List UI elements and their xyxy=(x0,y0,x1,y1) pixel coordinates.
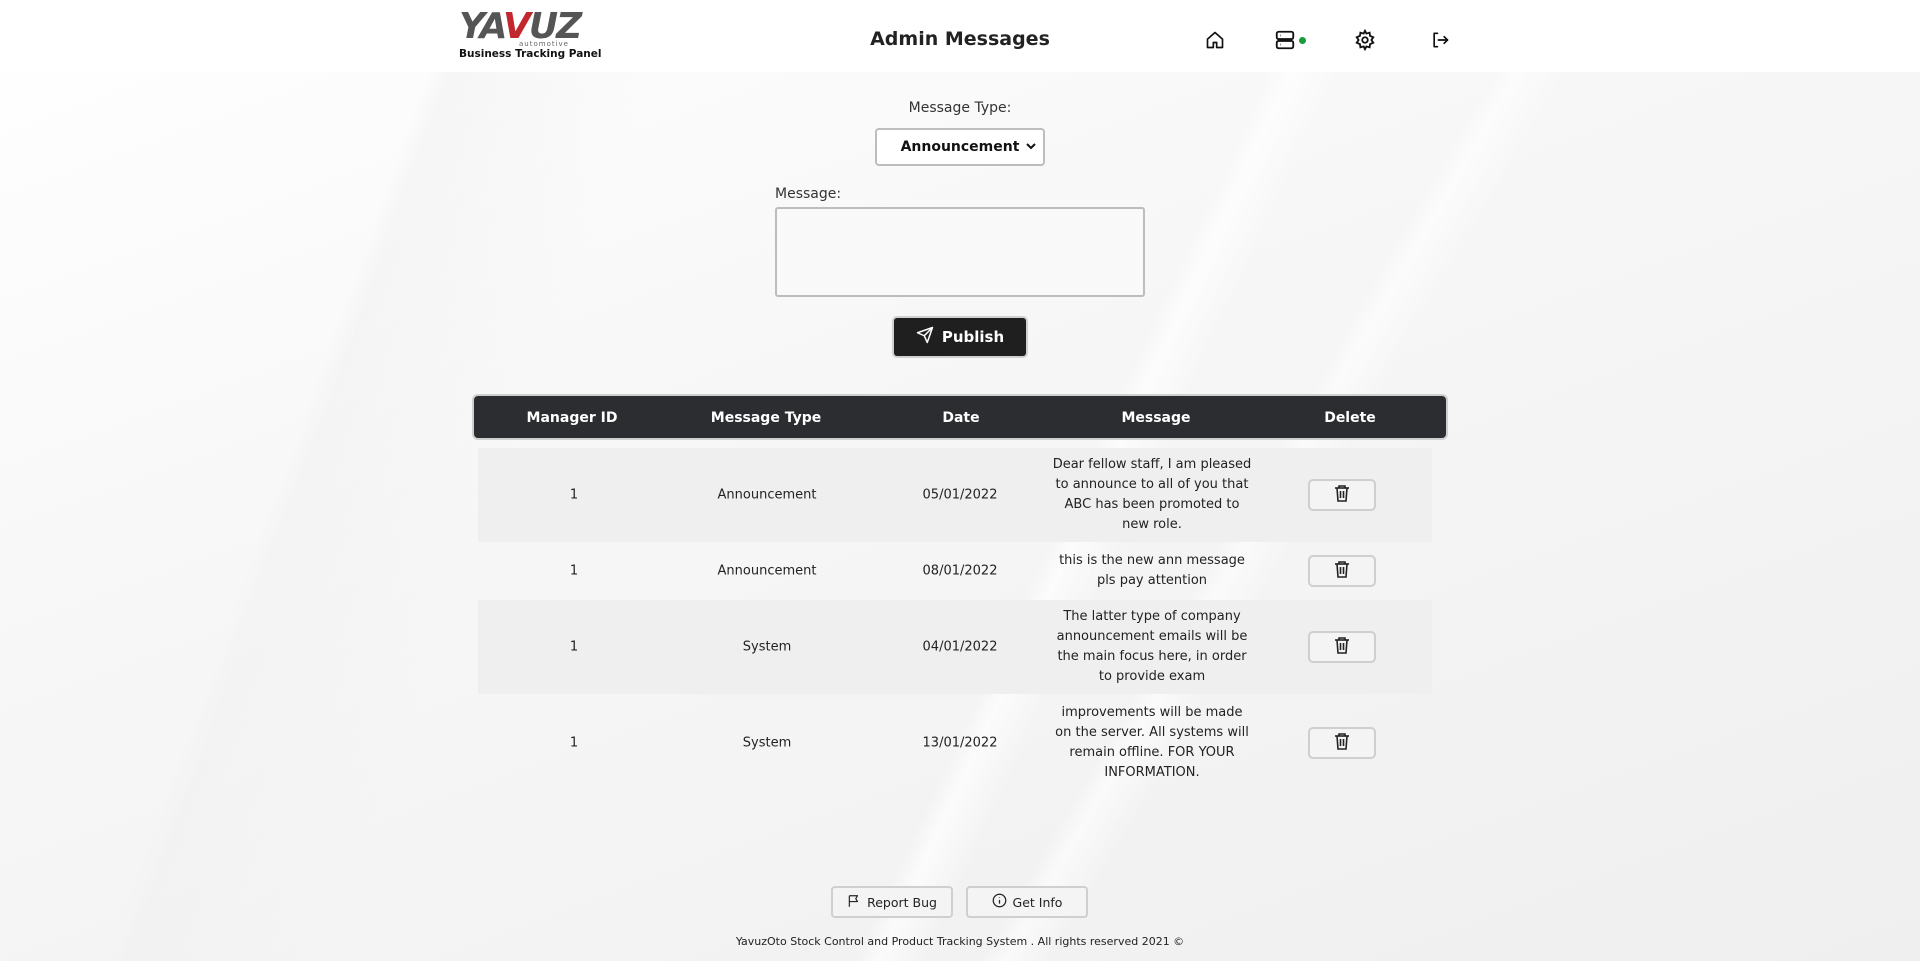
message-label: Message: xyxy=(775,186,842,202)
cell-manager-id: 1 xyxy=(569,563,579,579)
table-row: 1 Announcement 08/01/2022 this is the ne… xyxy=(478,542,1432,600)
message-type-label: Message Type: xyxy=(908,100,1012,116)
delete-button[interactable] xyxy=(1308,727,1376,759)
get-info-label: Get Info xyxy=(1012,894,1063,910)
chevron-down-icon xyxy=(1025,139,1037,157)
delete-button[interactable] xyxy=(1308,631,1376,663)
delete-button[interactable] xyxy=(1308,479,1376,511)
cell-message: improvements will be made on the server.… xyxy=(1055,705,1249,780)
delete-button[interactable] xyxy=(1308,555,1376,587)
cell-message-type: System xyxy=(742,735,792,751)
cell-date: 04/01/2022 xyxy=(922,639,998,655)
header-message: Message xyxy=(1121,410,1191,426)
cell-date: 08/01/2022 xyxy=(922,563,998,579)
report-bug-button[interactable]: Report Bug xyxy=(831,886,953,918)
page-title: Admin Messages xyxy=(870,28,1050,50)
cell-manager-id: 1 xyxy=(569,487,579,503)
get-info-button[interactable]: Get Info xyxy=(966,886,1088,918)
trash-icon xyxy=(1334,560,1350,582)
cell-message-type: Announcement xyxy=(717,563,817,579)
cell-message-type: System xyxy=(742,639,792,655)
header-date: Date xyxy=(942,410,980,426)
publish-label: Publish xyxy=(941,328,1005,346)
message-input[interactable] xyxy=(775,207,1145,297)
copyright-text: YavuzOto Stock Control and Product Track… xyxy=(735,935,1185,948)
message-type-value: Announcement xyxy=(900,139,1020,155)
header-manager-id: Manager ID xyxy=(526,410,618,426)
top-header: YAVUZ automotive Business Tracking Panel… xyxy=(0,0,1920,72)
trash-icon xyxy=(1334,636,1350,658)
table-row: 1 System 04/01/2022 The latter type of c… xyxy=(478,600,1432,694)
info-icon xyxy=(992,893,1007,911)
cell-date: 05/01/2022 xyxy=(922,487,998,503)
table-row: 1 Announcement 05/01/2022 Dear fellow st… xyxy=(478,448,1432,542)
trash-icon xyxy=(1334,732,1350,754)
report-bug-label: Report Bug xyxy=(867,894,937,910)
cell-message: The latter type of company announcement … xyxy=(1056,609,1248,684)
cell-message: this is the new ann message pls pay atte… xyxy=(1059,553,1245,588)
cell-date: 13/01/2022 xyxy=(922,735,998,751)
table-row: 1 System 13/01/2022 improvements will be… xyxy=(478,694,1432,792)
cell-message-type: Announcement xyxy=(717,487,817,503)
logout-icon[interactable] xyxy=(1428,28,1452,52)
header-delete: Delete xyxy=(1324,410,1376,426)
table-header: Manager ID Message Type Date Message Del… xyxy=(472,394,1448,440)
trash-icon xyxy=(1334,484,1350,506)
flag-icon xyxy=(847,894,861,911)
server-status-dot xyxy=(1299,37,1306,44)
home-icon[interactable] xyxy=(1203,28,1227,52)
header-message-type: Message Type xyxy=(710,410,822,426)
cell-manager-id: 1 xyxy=(569,735,579,751)
cell-manager-id: 1 xyxy=(569,639,579,655)
publish-button[interactable]: Publish xyxy=(892,316,1028,358)
gear-icon[interactable] xyxy=(1353,28,1377,52)
send-icon xyxy=(916,326,934,348)
cell-message: Dear fellow staff, I am pleased to annou… xyxy=(1052,457,1252,532)
message-type-select[interactable]: Announcement xyxy=(875,128,1045,166)
server-icon[interactable] xyxy=(1273,28,1297,52)
